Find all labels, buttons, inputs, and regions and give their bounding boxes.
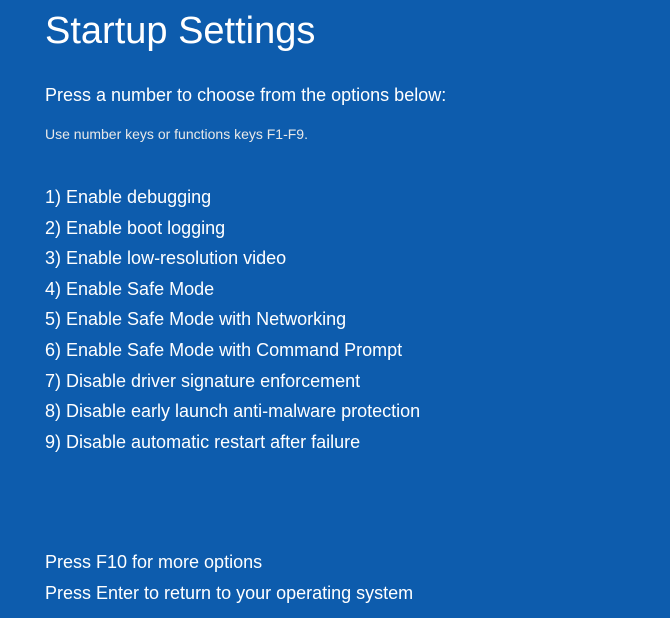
option-item[interactable]: 1) Enable debugging xyxy=(45,182,670,213)
option-item[interactable]: 9) Disable automatic restart after failu… xyxy=(45,427,670,458)
instruction-text: Press a number to choose from the option… xyxy=(45,85,670,106)
hint-text: Use number keys or functions keys F1-F9. xyxy=(45,126,670,142)
return-hint[interactable]: Press Enter to return to your operating … xyxy=(45,578,670,609)
option-item[interactable]: 7) Disable driver signature enforcement xyxy=(45,366,670,397)
option-item[interactable]: 4) Enable Safe Mode xyxy=(45,274,670,305)
option-item[interactable]: 2) Enable boot logging xyxy=(45,213,670,244)
option-item[interactable]: 6) Enable Safe Mode with Command Prompt xyxy=(45,335,670,366)
option-item[interactable]: 8) Disable early launch anti-malware pro… xyxy=(45,396,670,427)
page-title: Startup Settings xyxy=(45,10,670,53)
option-item[interactable]: 5) Enable Safe Mode with Networking xyxy=(45,304,670,335)
option-item[interactable]: 3) Enable low-resolution video xyxy=(45,243,670,274)
options-list: 1) Enable debugging 2) Enable boot loggi… xyxy=(45,182,670,457)
more-options-hint[interactable]: Press F10 for more options xyxy=(45,547,670,578)
